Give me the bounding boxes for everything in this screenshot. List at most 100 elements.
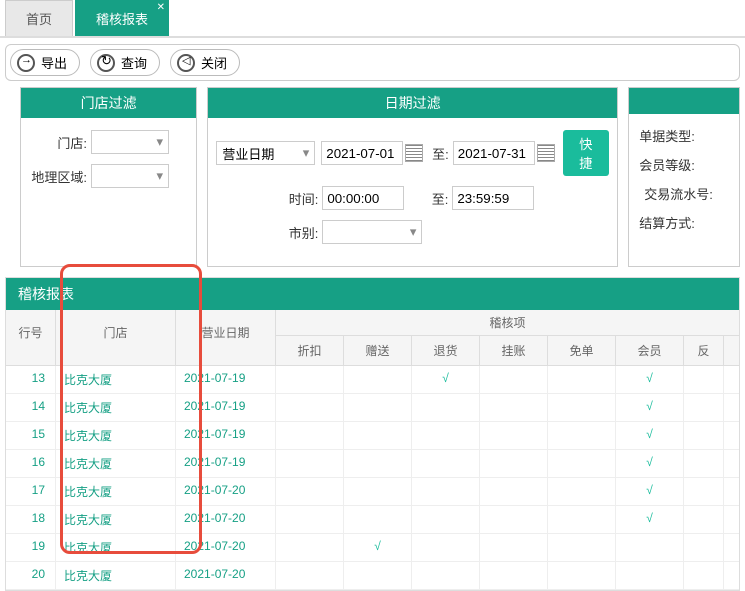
col-gift: 赠送 xyxy=(344,336,412,365)
table-row[interactable]: 14比克大厦2021-07-19√ xyxy=(6,394,739,422)
cell-rownum: 20 xyxy=(6,562,56,589)
cell-free xyxy=(548,366,616,393)
cell-member xyxy=(616,534,684,561)
cell-store[interactable]: 比克大厦 xyxy=(56,534,176,561)
cell-date[interactable]: 2021-07-19 xyxy=(176,422,276,449)
time-from-input[interactable] xyxy=(322,186,404,210)
cell-date[interactable]: 2021-07-19 xyxy=(176,450,276,477)
cell-member: √ xyxy=(616,478,684,505)
refresh-icon xyxy=(97,54,115,72)
cell-rownum: 17 xyxy=(6,478,56,505)
shift-select[interactable] xyxy=(322,220,422,244)
table-row[interactable]: 17比克大厦2021-07-20 √ xyxy=(6,478,739,506)
cell-member xyxy=(616,562,684,589)
cell-return xyxy=(412,422,480,449)
table-row[interactable]: 15比克大厦2021-07-19√ xyxy=(6,422,739,450)
query-label: 查询 xyxy=(121,53,147,72)
date-to-input[interactable] xyxy=(453,141,535,165)
date-type-select[interactable]: 营业日期 xyxy=(216,141,315,165)
query-button[interactable]: 查询 xyxy=(90,49,160,76)
cell-store[interactable]: 比克大厦 xyxy=(56,366,176,393)
to-label: 至: xyxy=(423,144,453,163)
cell-store[interactable]: 比克大厦 xyxy=(56,450,176,477)
cell-credit xyxy=(480,562,548,589)
other-filter-panel: 单据类型: 会员等级: 交易流水号: 结算方式: xyxy=(628,87,740,267)
cell-credit xyxy=(480,366,548,393)
table-row[interactable]: 16比克大厦2021-07-19√ xyxy=(6,450,739,478)
cell-rownum: 13 xyxy=(6,366,56,393)
col-store: 门店 xyxy=(56,310,176,365)
report-table: 稽核报表 行号 门店 营业日期 稽核项 折扣 赠送 退货 挂账 免单 会员 反 … xyxy=(5,277,740,591)
cell-return xyxy=(412,478,480,505)
cell-discount xyxy=(276,478,344,505)
cell-store[interactable]: 比克大厦 xyxy=(56,422,176,449)
cell-discount xyxy=(276,422,344,449)
col-date: 营业日期 xyxy=(176,310,276,365)
quick-button[interactable]: 快捷 xyxy=(563,130,609,176)
cell-free xyxy=(548,450,616,477)
region-select[interactable] xyxy=(91,164,169,188)
panel-title: 日期过滤 xyxy=(208,88,617,118)
cell-return xyxy=(412,534,480,561)
tab-home[interactable]: 首页 xyxy=(5,0,73,36)
table-row[interactable]: 13比克大厦2021-07-19 √ √ xyxy=(6,366,739,394)
cell-reverse xyxy=(684,506,724,533)
table-row[interactable]: 18比克大厦2021-07-20√ xyxy=(6,506,739,534)
cell-date[interactable]: 2021-07-19 xyxy=(176,366,276,393)
cell-return xyxy=(412,506,480,533)
cell-reverse xyxy=(684,562,724,589)
panel-title: 门店过滤 xyxy=(21,88,196,118)
cell-gift xyxy=(344,394,412,421)
date-from-input[interactable] xyxy=(321,141,403,165)
close-icon[interactable]: ✕ xyxy=(157,2,165,13)
cell-reverse xyxy=(684,534,724,561)
cell-member: √ xyxy=(616,422,684,449)
time-label: 时间: xyxy=(216,189,322,208)
bill-label: 单据类型: xyxy=(637,126,699,145)
calendar-icon[interactable] xyxy=(537,144,555,162)
cell-reverse xyxy=(684,394,724,421)
col-reverse: 反 xyxy=(684,336,724,365)
col-discount: 折扣 xyxy=(276,336,344,365)
cell-member: √ xyxy=(616,366,684,393)
cell-date[interactable]: 2021-07-20 xyxy=(176,562,276,589)
cell-rownum: 19 xyxy=(6,534,56,561)
cell-gift: √ xyxy=(344,534,412,561)
cell-discount xyxy=(276,394,344,421)
cell-gift xyxy=(344,478,412,505)
time-to-input[interactable] xyxy=(452,186,534,210)
cell-free xyxy=(548,506,616,533)
cell-rownum: 16 xyxy=(6,450,56,477)
calendar-icon[interactable] xyxy=(405,144,423,162)
cell-date[interactable]: 2021-07-20 xyxy=(176,534,276,561)
close-button[interactable]: 关闭 xyxy=(170,49,240,76)
cell-store[interactable]: 比克大厦 xyxy=(56,478,176,505)
table-row[interactable]: 20比克大厦2021-07-20 xyxy=(6,562,739,590)
cell-free xyxy=(548,562,616,589)
cell-discount xyxy=(276,366,344,393)
cell-store[interactable]: 比克大厦 xyxy=(56,506,176,533)
cell-gift xyxy=(344,422,412,449)
cell-discount xyxy=(276,450,344,477)
tab-report[interactable]: 稽核报表 ✕ xyxy=(75,0,169,36)
cell-return: √ xyxy=(412,366,480,393)
export-button[interactable]: 导出 xyxy=(10,49,80,76)
cell-return xyxy=(412,562,480,589)
member-label: 会员等级: xyxy=(637,155,699,174)
col-return: 退货 xyxy=(412,336,480,365)
region-label: 地理区域: xyxy=(29,167,91,186)
table-row[interactable]: 19比克大厦2021-07-20 √ xyxy=(6,534,739,562)
col-credit: 挂账 xyxy=(480,336,548,365)
store-select[interactable] xyxy=(91,130,169,154)
cell-reverse xyxy=(684,366,724,393)
cell-store[interactable]: 比克大厦 xyxy=(56,562,176,589)
cell-discount xyxy=(276,534,344,561)
col-group: 稽核项 xyxy=(276,310,739,336)
settle-label: 结算方式: xyxy=(637,213,699,232)
cell-date[interactable]: 2021-07-20 xyxy=(176,506,276,533)
toolbar: 导出 查询 关闭 xyxy=(5,44,740,81)
cell-date[interactable]: 2021-07-20 xyxy=(176,478,276,505)
cell-store[interactable]: 比克大厦 xyxy=(56,394,176,421)
cell-reverse xyxy=(684,422,724,449)
cell-date[interactable]: 2021-07-19 xyxy=(176,394,276,421)
